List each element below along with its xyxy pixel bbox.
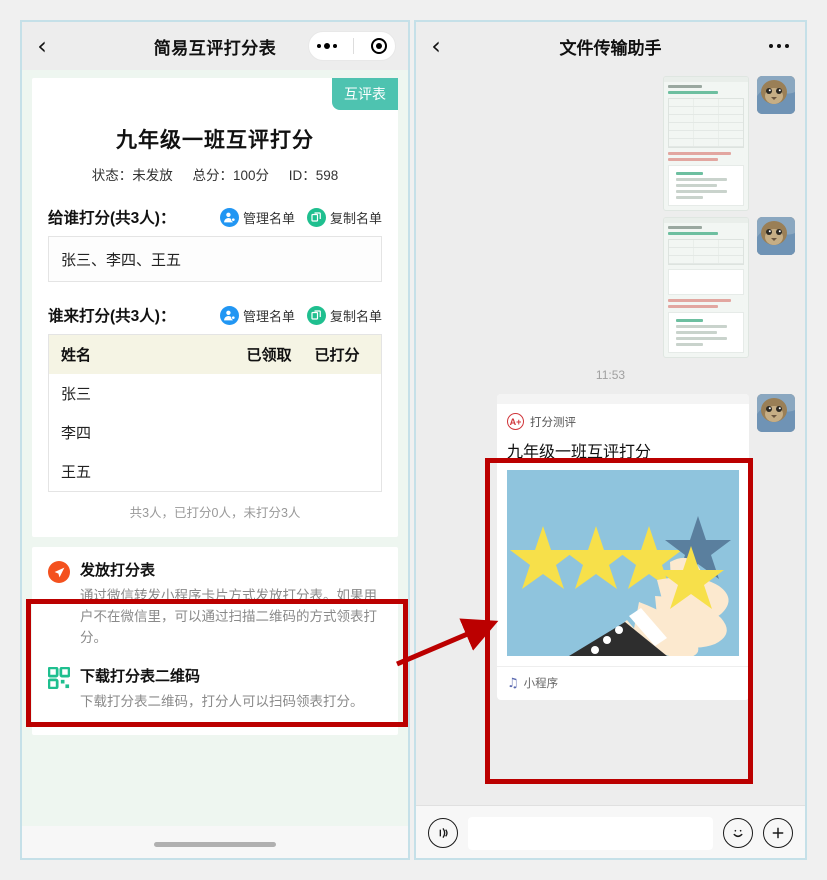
- manage-user-icon: [219, 305, 239, 325]
- copy-icon: [306, 305, 326, 325]
- copy-list-label: 复制名单: [329, 308, 382, 324]
- copy-icon: [306, 207, 326, 227]
- plus-circle-icon[interactable]: [763, 818, 793, 848]
- manage-list-label: 管理名单: [242, 308, 295, 324]
- card-footer: ♫ 小程序: [497, 666, 749, 700]
- rated-section-header: 给谁打分(共3人)： 管理名单 复制名单: [32, 184, 398, 236]
- avatar[interactable]: [757, 76, 795, 114]
- screenshot-thumbnail[interactable]: [663, 76, 749, 211]
- action-desc: 通过微信转发小程序卡片方式发放打分表。如果用户不在微信里，可以通过扫描二维码的方…: [80, 588, 377, 645]
- mini-program-phone-panel: ‹ 简易互评打分表 互评表 九年级一班互评打分 状态：未发放 总分：100分 I…: [20, 20, 410, 860]
- sheet-status: 状态：未发放: [91, 168, 173, 183]
- chat-message-list[interactable]: 11:53 A+ 打分测评 九年级一班互评打分 ♫ 小程序: [416, 70, 805, 805]
- rated-names-box[interactable]: 张三、李四、王五: [48, 236, 382, 282]
- cell-scored: [305, 383, 369, 404]
- cell-scored: [305, 461, 369, 482]
- table-row[interactable]: 张三: [49, 374, 381, 413]
- back-icon[interactable]: ‹: [416, 34, 456, 58]
- cell-got: [233, 422, 305, 443]
- chat-message-image-1[interactable]: [416, 70, 805, 211]
- actions-card: 发放打分表 通过微信转发小程序卡片方式发放打分表。如果用户不在微信里，可以通过扫…: [32, 547, 398, 735]
- rated-names-value: 张三、李四、王五: [61, 251, 182, 269]
- avatar[interactable]: [757, 394, 795, 432]
- home-indicator-left: [22, 826, 408, 858]
- manage-list-button-rated[interactable]: 管理名单: [219, 207, 295, 227]
- action-item-send-sheet[interactable]: 发放打分表 通过微信转发小程序卡片方式发放打分表。如果用户不在微信里，可以通过扫…: [32, 547, 398, 653]
- qr-code-icon: [47, 665, 71, 713]
- card-footer-label: 小程序: [523, 678, 559, 690]
- mini-program-icon: ♫: [507, 675, 519, 691]
- raters-section-header: 谁来打分(共3人)： 管理名单 复制名单: [32, 282, 398, 334]
- wechat-capsule-button[interactable]: [308, 31, 396, 61]
- score-sheet-card: 互评表 九年级一班互评打分 状态：未发放 总分：100分 ID：598 给谁打分…: [32, 78, 398, 537]
- wechat-chat-phone-panel: ‹ 文件传输助手 11:53 A+ 打分测评 九年级一班互评打分 ♫ 小程序: [414, 20, 807, 860]
- copy-list-button-rated[interactable]: 复制名单: [306, 207, 382, 227]
- raters-table: 姓名 已领取 已打分 张三 李四 王五: [48, 334, 382, 492]
- sheet-id: ID：598: [288, 168, 339, 183]
- orange-circle-icon: [48, 729, 70, 731]
- table-row[interactable]: 李四: [49, 413, 381, 452]
- chat-input-bar: [416, 805, 805, 858]
- more-dots-icon[interactable]: [317, 43, 338, 49]
- message-input[interactable]: [468, 816, 713, 850]
- action-title: 下载打分表二维码: [80, 667, 201, 685]
- card-brand-name: 打分测评: [530, 416, 576, 429]
- col-header-scored: 已打分: [314, 347, 360, 364]
- raters-section-title: 谁来打分(共3人)：: [48, 308, 176, 325]
- cell-name: 李四: [61, 425, 92, 442]
- target-circle-icon[interactable]: [370, 38, 387, 54]
- action-item-partial[interactable]: [32, 717, 398, 735]
- card-brand: A+ 打分测评: [497, 404, 749, 434]
- chat-header: ‹ 文件传输助手: [416, 22, 805, 70]
- smiley-face-icon[interactable]: [723, 818, 753, 848]
- status-badge: 互评表: [332, 78, 398, 110]
- hand-picking-star-illustration: [507, 470, 739, 656]
- cell-name: 张三: [61, 386, 92, 403]
- send-paper-plane-icon: [48, 559, 70, 649]
- action-title: 发放打分表: [80, 562, 156, 579]
- raters-section-actions: 管理名单 复制名单: [219, 305, 382, 325]
- rated-section-actions: 管理名单 复制名单: [219, 207, 382, 227]
- card-title: 九年级一班互评打分: [507, 444, 652, 461]
- col-header-got: 已领取: [246, 347, 292, 364]
- mini-program-header: ‹ 简易互评打分表: [22, 22, 408, 70]
- cell-got: [233, 461, 305, 482]
- table-row[interactable]: 王五: [49, 452, 381, 491]
- manage-list-label: 管理名单: [242, 210, 295, 226]
- manage-list-button-raters[interactable]: 管理名单: [219, 305, 295, 325]
- table-header-row: 姓名 已领取 已打分: [49, 335, 381, 374]
- rated-section-title: 给谁打分(共3人)：: [48, 210, 176, 227]
- avatar[interactable]: [757, 217, 795, 255]
- chat-message-image-2[interactable]: [416, 211, 805, 358]
- manage-user-icon: [219, 207, 239, 227]
- shared-mini-program-card[interactable]: A+ 打分测评 九年级一班互评打分 ♫ 小程序: [497, 394, 749, 700]
- more-dots-icon[interactable]: [769, 44, 789, 48]
- action-desc: 下载打分表二维码，打分人可以扫码领表打分。: [80, 693, 364, 709]
- chat-title: 文件传输助手: [559, 38, 662, 58]
- sheet-meta: 状态：未发放 总分：100分 ID：598: [32, 154, 398, 184]
- cell-name: 王五: [61, 464, 92, 481]
- copy-list-button-raters[interactable]: 复制名单: [306, 305, 382, 325]
- mini-program-body[interactable]: 互评表 九年级一班互评打分 状态：未发放 总分：100分 ID：598 给谁打分…: [22, 70, 408, 858]
- capsule-divider: [353, 38, 355, 54]
- cell-got: [233, 383, 305, 404]
- cell-scored: [305, 422, 369, 443]
- col-header-name: 姓名: [61, 347, 92, 364]
- card-top-strip: [497, 394, 749, 404]
- voice-waves-icon[interactable]: [428, 818, 458, 848]
- screenshot-thumbnail[interactable]: [663, 217, 749, 358]
- a-plus-badge-icon: A+: [507, 413, 524, 430]
- message-timestamp: 11:53: [595, 368, 626, 382]
- sheet-total: 总分：100分: [192, 168, 269, 183]
- screenshot-stage: ‹ 简易互评打分表 互评表 九年级一班互评打分 状态：未发放 总分：100分 I…: [0, 0, 827, 880]
- raters-summary: 共3人，已打分0人，未打分3人: [129, 506, 301, 520]
- back-icon[interactable]: ‹: [22, 34, 62, 58]
- arrow-right-icon: [396, 618, 499, 667]
- action-item-download-qr[interactable]: 下载打分表二维码 下载打分表二维码，打分人可以扫码领表打分。: [32, 653, 398, 717]
- copy-list-label: 复制名单: [329, 210, 382, 226]
